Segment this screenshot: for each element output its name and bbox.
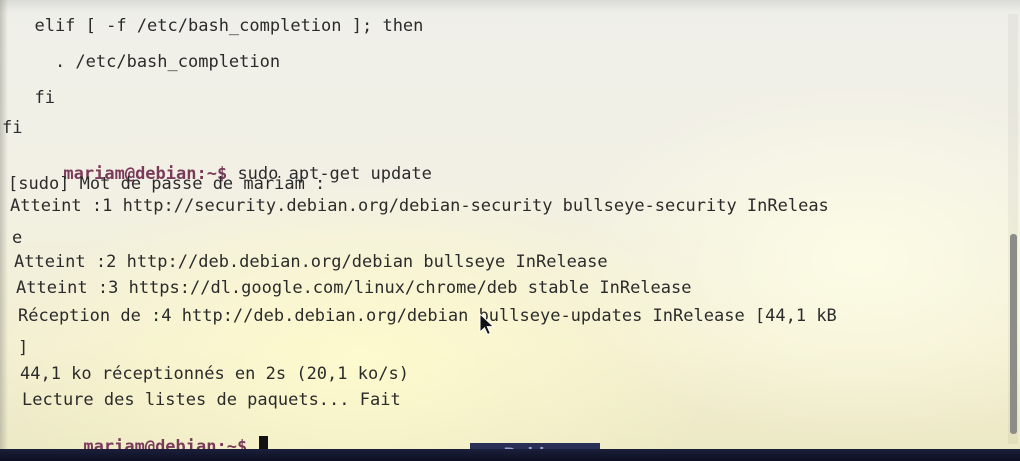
monitor-bezel (0, 449, 1020, 461)
terminal-active-prompt[interactable]: mariam@debian:~$ (22, 416, 269, 454)
terminal-line: Atteint :2 http://deb.debian.org/debian … (14, 252, 608, 272)
terminal-line: fi (2, 118, 23, 138)
scrollbar-thumb[interactable] (1010, 234, 1017, 434)
screen-photo: elif [ -f /etc/bash_completion ]; then .… (0, 0, 1020, 461)
terminal-line: Atteint :3 https://dl.google.com/linux/c… (16, 278, 692, 298)
terminal-line: [sudo] Mot de passe de mariam : (8, 174, 326, 194)
terminal-line: Lecture des listes de paquets... Fait (22, 390, 401, 410)
terminal-line: fi (14, 88, 55, 108)
terminal-line: . /etc/bash_completion (14, 52, 281, 72)
terminal-line: 44,1 ko réceptionnés en 2s (20,1 ko/s) (20, 364, 409, 384)
mouse-pointer-icon (479, 313, 495, 336)
terminal-line: ] (18, 338, 29, 358)
terminal-window[interactable]: elif [ -f /etc/bash_completion ]; then .… (0, 14, 1000, 454)
terminal-command-line: mariam@debian:~$ sudo apt-get update (2, 144, 431, 184)
terminal-line: Atteint :1 http://security.debian.org/de… (10, 196, 829, 216)
terminal-line: e (12, 228, 23, 248)
terminal-line: elif [ -f /etc/bash_completion ]; then (14, 16, 424, 36)
screen-top-edge (0, 0, 1020, 12)
terminal-line: Réception de :4 http://deb.debian.org/de… (18, 306, 837, 326)
